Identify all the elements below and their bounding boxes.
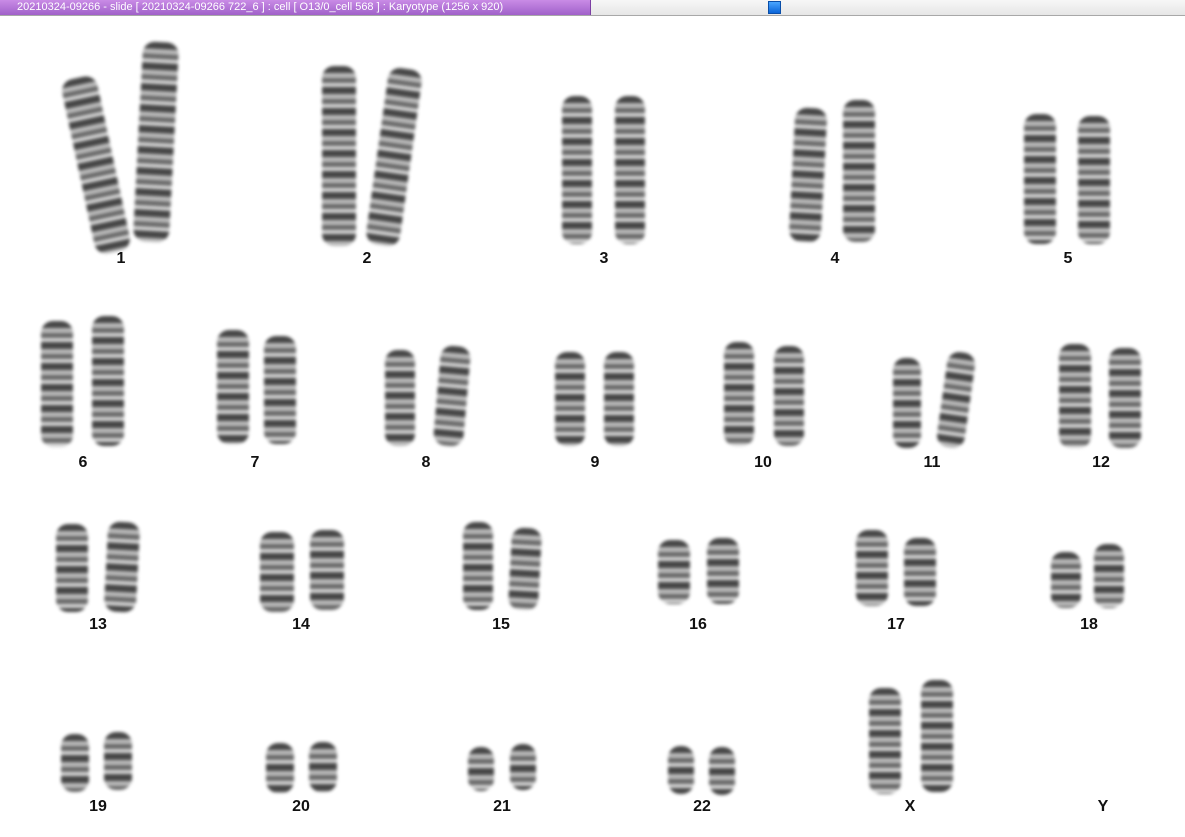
chromosome-6-b[interactable]	[92, 316, 124, 446]
chromosome-22-a[interactable]	[668, 746, 694, 794]
chromosome-9-a[interactable]	[555, 352, 585, 446]
chromosome-8-b[interactable]	[432, 344, 472, 448]
chromosome-label: 7	[250, 454, 260, 471]
chromosome-label: 15	[492, 616, 510, 633]
chromosome-x-b[interactable]	[921, 680, 953, 792]
chromosome-7-a[interactable]	[217, 330, 249, 444]
chromosome-label: 12	[1092, 454, 1110, 471]
chromosome-16-a[interactable]	[658, 540, 690, 604]
chromosome-15-b[interactable]	[507, 527, 543, 611]
chromosome-17-b[interactable]	[904, 538, 936, 606]
karyotype-canvas: 1 2 3 4 5 6 7 8 9 10 11 12 13 14 15 16 17 18 19 20 21 22 X Y	[0, 16, 1185, 837]
scroll-thumb[interactable]	[768, 1, 781, 14]
chromosome-label: 9	[590, 454, 600, 471]
chromosome-x-a[interactable]	[869, 688, 901, 794]
chromosome-label: 6	[78, 454, 88, 471]
chromosome-19-a[interactable]	[61, 734, 89, 792]
chromosome-1-a[interactable]	[59, 74, 133, 256]
chromosome-5-b[interactable]	[1078, 116, 1110, 244]
chromosome-9-b[interactable]	[604, 352, 634, 446]
chromosome-3-a[interactable]	[562, 96, 592, 244]
chromosome-label: 18	[1080, 616, 1098, 633]
chromosome-label: 14	[292, 616, 310, 633]
chromosome-22-b[interactable]	[709, 747, 735, 795]
chromosome-14-b[interactable]	[310, 530, 344, 610]
chromosome-21-a[interactable]	[468, 747, 494, 791]
chromosome-10-a[interactable]	[724, 342, 754, 446]
chromosome-label: X	[904, 798, 916, 815]
chromosome-label: 5	[1063, 250, 1073, 267]
chromosome-label: 3	[599, 250, 609, 267]
chromosome-12-a[interactable]	[1059, 344, 1091, 448]
chromosome-19-b[interactable]	[104, 732, 132, 790]
chromosome-label: 8	[421, 454, 431, 471]
chromosome-label: 13	[89, 616, 107, 633]
chromosome-10-b[interactable]	[774, 346, 804, 446]
chromosome-11-b[interactable]	[935, 350, 977, 450]
chromosome-label: 17	[887, 616, 905, 633]
chromosome-16-b[interactable]	[707, 538, 739, 604]
chromosome-label: 11	[923, 454, 941, 471]
chromosome-label: 4	[830, 250, 840, 267]
chromosome-17-a[interactable]	[856, 530, 888, 606]
chromosome-13-a[interactable]	[56, 524, 88, 612]
chromosome-label: 19	[89, 798, 107, 815]
chromosome-4-a[interactable]	[788, 107, 828, 243]
chromosome-8-a[interactable]	[385, 350, 415, 446]
chromosome-14-a[interactable]	[260, 532, 294, 612]
chromosome-1-b[interactable]	[132, 41, 180, 243]
title-bar: 20210324-09266 - slide [ 20210324-09266 …	[0, 0, 1185, 16]
chromosome-7-b[interactable]	[264, 336, 296, 444]
chromosome-4-b[interactable]	[843, 100, 875, 242]
window-title: 20210324-09266 - slide [ 20210324-09266 …	[0, 0, 591, 15]
chromosome-11-a[interactable]	[893, 358, 921, 448]
chromosome-12-b[interactable]	[1109, 348, 1141, 448]
chromosome-label: 1	[116, 250, 126, 267]
chromosome-5-a[interactable]	[1024, 114, 1056, 244]
chromosome-15-a[interactable]	[463, 522, 493, 610]
chromosome-2-a[interactable]	[322, 66, 356, 246]
chromosome-label: Y	[1097, 798, 1109, 815]
chromosome-label: 22	[693, 798, 711, 815]
chromosome-18-b[interactable]	[1094, 544, 1124, 608]
chromosome-20-a[interactable]	[266, 743, 294, 793]
chromosome-label: 20	[292, 798, 310, 815]
chromosome-3-b[interactable]	[615, 96, 645, 244]
chromosome-18-a[interactable]	[1051, 552, 1081, 608]
chromosome-label: 21	[493, 798, 511, 815]
chromosome-20-b[interactable]	[309, 742, 337, 792]
chromosome-2-b[interactable]	[364, 66, 424, 248]
chromosome-label: 16	[689, 616, 707, 633]
chromosome-13-b[interactable]	[103, 521, 141, 613]
chromosome-label: 2	[362, 250, 372, 267]
chromosome-6-a[interactable]	[41, 321, 73, 447]
chromosome-label: 10	[754, 454, 772, 471]
chromosome-21-b[interactable]	[510, 744, 536, 790]
